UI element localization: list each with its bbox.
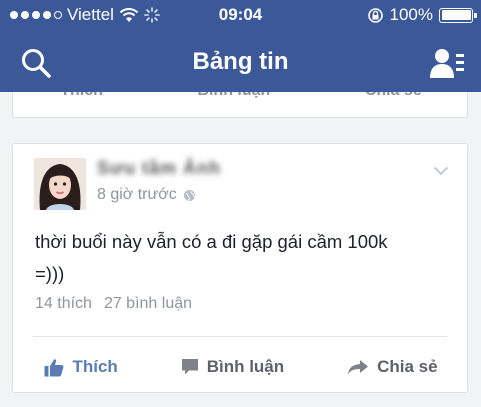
like-button[interactable]: Thích [44, 357, 118, 377]
post-card: Sưu tầm Ảnh 8 giờ trước thời buổi này vẫ… [12, 143, 468, 393]
share-icon [348, 360, 369, 375]
comment-button[interactable]: Bình luận [181, 357, 284, 377]
like-count[interactable]: 14 thích [35, 295, 92, 313]
chevron-down-icon[interactable] [433, 166, 449, 176]
post-action-bar: Thích Bình luận Chia sẻ [13, 350, 469, 384]
status-bar: Viettel 09:04 100% [0, 0, 481, 30]
post-body: thời buổi này vẫn có a đi gặp gái cầm 10… [35, 226, 455, 290]
battery-icon [439, 7, 477, 23]
share-label: Chia sẻ [377, 357, 438, 376]
post-text-line: thời buổi này vẫn có a đi gặp gái cầm 10… [35, 231, 388, 252]
battery-percent: 100% [389, 5, 433, 24]
globe-icon [183, 189, 195, 201]
top-bar: Viettel 09:04 100% Bảng tin [0, 0, 481, 92]
friend-requests-icon[interactable] [429, 46, 465, 80]
post-meta: 8 giờ trước [97, 186, 196, 204]
post-text-line: =))) [35, 263, 65, 284]
comment-count[interactable]: 27 bình luận [104, 295, 192, 313]
post-time[interactable]: 8 giờ trước [97, 186, 177, 204]
like-label: Thích [72, 357, 118, 376]
engagement-counts: 14 thích 27 bình luận [35, 295, 192, 313]
post-author-name[interactable]: Sưu tầm Ảnh [97, 158, 221, 179]
previous-post-card: Thích Bình luận Chia sẻ [12, 92, 468, 118]
thumbs-up-icon [44, 358, 64, 376]
previous-share-button[interactable]: Chia sẻ [365, 92, 422, 100]
avatar[interactable] [34, 158, 86, 210]
page-title: Bảng tin [192, 48, 289, 75]
comment-label: Bình luận [206, 357, 285, 376]
previous-comment-button[interactable]: Bình luận [197, 92, 270, 100]
rotation-lock-icon [367, 7, 383, 23]
previous-like-button[interactable]: Thích [60, 92, 103, 100]
divider [33, 336, 447, 337]
comment-icon [181, 359, 198, 375]
share-button[interactable]: Chia sẻ [347, 357, 438, 377]
